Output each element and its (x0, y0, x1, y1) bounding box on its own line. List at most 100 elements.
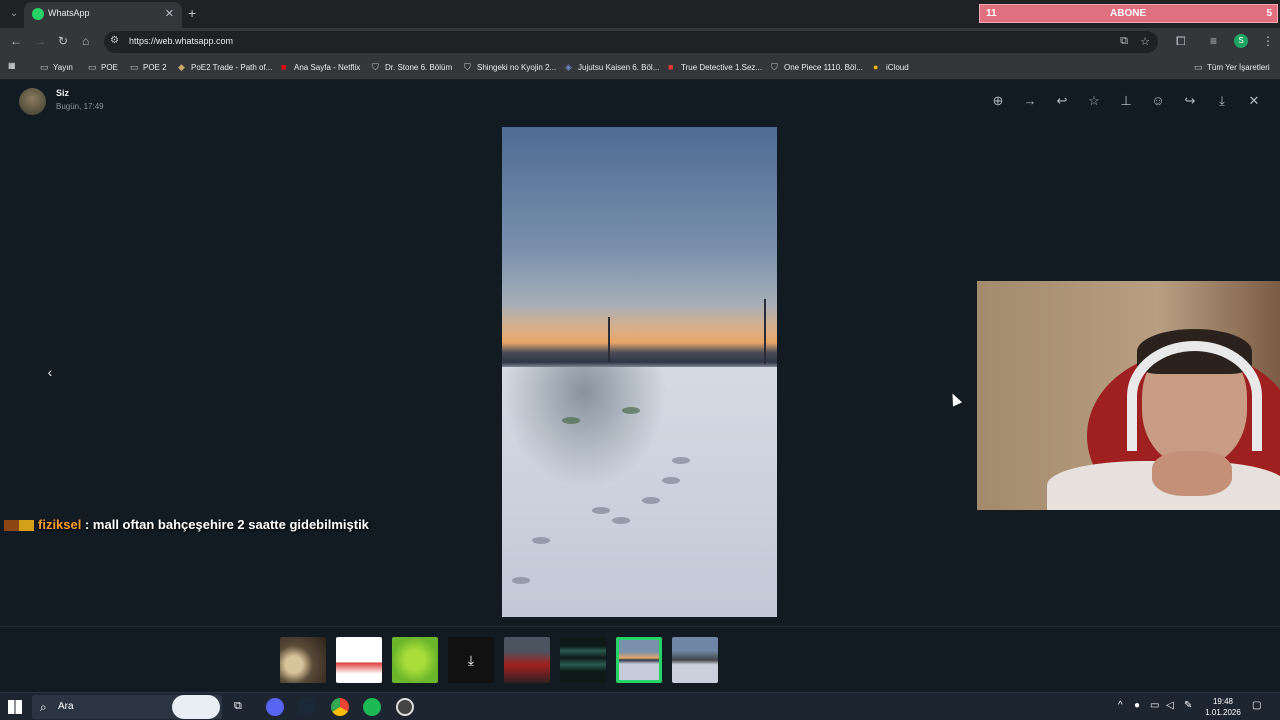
discord-app-icon[interactable] (266, 698, 284, 716)
all-bookmarks-folder[interactable]: ▭ Tüm Yer İşaretleri (1194, 62, 1270, 73)
reload-icon[interactable]: ↻ (58, 34, 68, 48)
stream-chat-message: fiziksel : mall oftan bahçeşehire 2 saat… (4, 515, 374, 534)
bookmarks-bar: ▦ ▭ Yayın ▭ POE ▭ POE 2 ◆ PoE2 Trade - Path … (0, 56, 1280, 80)
mouse-cursor-icon (947, 391, 963, 407)
new-tab-plus-icon[interactable]: + (188, 5, 196, 21)
forward-icon[interactable]: ↪ (1181, 93, 1199, 109)
snow-field (502, 367, 777, 617)
search-highlight-image (172, 695, 220, 719)
bookmark-item[interactable]: ◈ Jujutsu Kaisen 6. Böl... (565, 62, 659, 73)
media-thumbnail-selected[interactable] (616, 637, 662, 683)
tab-close-icon[interactable]: ✕ (165, 7, 174, 20)
pen-icon[interactable]: ✎ (1184, 700, 1192, 711)
search-icon: ⌕ (40, 700, 47, 714)
steam-app-icon[interactable] (298, 698, 316, 716)
bookmark-item[interactable]: ● iCloud (873, 62, 909, 72)
message-timestamp: Bugün, 17:49 (56, 102, 104, 111)
folder-icon: ▭ (130, 62, 139, 72)
volume-icon[interactable]: ◁ (1166, 700, 1174, 711)
home-icon[interactable]: ⌂ (82, 34, 89, 48)
browser-address-bar: ← → ↻ ⌂ ⚙ https://web.whatsapp.com ⧉ ☆ ⧠… (0, 28, 1280, 56)
profile-avatar[interactable]: S (1234, 34, 1248, 48)
webcam-overlay (977, 281, 1280, 510)
tab-search-chevron-icon[interactable]: ⌄ (6, 6, 22, 22)
network-icon[interactable]: ▭ (1150, 700, 1159, 711)
chrome-app-icon[interactable] (331, 698, 349, 716)
light-pole (608, 317, 610, 362)
subscriber-target-count: 5 (1266, 8, 1272, 19)
media-thumbnail[interactable] (336, 637, 382, 683)
microphone-icon[interactable]: ● (1134, 700, 1140, 711)
media-image[interactable] (502, 127, 777, 617)
media-thumbnail[interactable] (504, 637, 550, 683)
task-view-icon[interactable]: ⧉ (234, 700, 242, 713)
previous-media-chevron-icon[interactable]: ‹ (40, 362, 60, 382)
taskbar-clock[interactable]: 19:48 1.01.2026 (1204, 696, 1242, 718)
bookmark-item[interactable]: ▭ POE (88, 62, 118, 73)
back-arrow-icon[interactable]: ← (10, 34, 22, 48)
tray-chevron-icon[interactable]: ^ (1118, 700, 1123, 711)
bookmark-item[interactable]: ⛉ One Piece 1110. Böl... (771, 62, 863, 73)
star-icon[interactable]: ☆ (1085, 93, 1103, 109)
bookmark-item[interactable]: ▭ POE 2 (130, 62, 167, 73)
netflix-favicon-icon: ■ (281, 62, 287, 72)
spotify-app-icon[interactable] (363, 698, 381, 716)
media-thumbnail[interactable] (392, 637, 438, 683)
extensions-puzzle-icon[interactable]: ⧠ (1176, 34, 1186, 49)
folder-icon: ▭ (88, 62, 97, 72)
bookmark-item[interactable]: ▭ Yayın (40, 62, 73, 73)
close-viewer-icon[interactable]: ✕ (1245, 93, 1263, 109)
clock-time: 19:48 (1212, 697, 1234, 706)
go-to-message-arrow-icon[interactable]: → (1021, 93, 1039, 109)
tab-whatsapp[interactable]: WhatsApp ✕ (24, 2, 182, 28)
apps-grid-icon[interactable]: ▦ (8, 61, 16, 70)
sender-avatar[interactable] (19, 88, 46, 115)
bookmark-item[interactable]: ⛉ Shingeki no Kyojin 2... (464, 62, 556, 73)
url-text: https://web.whatsapp.com (129, 36, 234, 46)
media-thumbnail-strip: ⤓ (0, 626, 1280, 690)
bookmark-star-icon[interactable]: ☆ (1140, 35, 1150, 48)
chat-badges-icon (4, 520, 34, 532)
download-icon[interactable]: ⤓ (1213, 93, 1231, 109)
search-placeholder: Ara (58, 701, 74, 712)
reply-icon[interactable]: ↩ (1053, 93, 1071, 109)
icloud-favicon-icon: ● (873, 62, 879, 72)
media-control-icon[interactable]: ≡ (1210, 34, 1217, 48)
sender-name: Siz (56, 88, 70, 98)
install-app-icon[interactable]: ⧉ (1120, 35, 1128, 48)
site-info-icon[interactable]: ⚙ (110, 35, 119, 46)
bookmark-item[interactable]: ⛉ Dr. Stone 6. Bölüm (372, 62, 452, 73)
browser-menu-icon[interactable]: ⋮ (1262, 34, 1274, 48)
url-input[interactable]: ⚙ https://web.whatsapp.com ⧉ ☆ (104, 31, 1158, 53)
shield-favicon-icon: ⛉ (372, 62, 379, 72)
poe-favicon-icon: ◆ (178, 62, 185, 72)
chat-username: fiziksel (38, 517, 82, 532)
bookmark-item[interactable]: ■ Ana Sayfa - Netflix (281, 62, 360, 72)
tab-title: WhatsApp (48, 8, 90, 18)
subscriber-current-count: 11 (986, 8, 997, 19)
taskbar-search-input[interactable]: ⌕ Ara (32, 695, 222, 719)
pin-icon[interactable]: ⊥ (1117, 93, 1135, 109)
media-viewer: Siz Bugün, 17:49 ⊕ → ↩ ☆ ⊥ ☺ ↪ ⤓ ✕ ‹ fiz… (0, 81, 1280, 691)
media-thumbnail[interactable] (280, 637, 326, 683)
headset-icon (1127, 341, 1262, 451)
forward-arrow-icon[interactable]: → (34, 34, 46, 48)
emoji-react-icon[interactable]: ☺ (1149, 93, 1167, 109)
browser-tab-bar: ⌄ WhatsApp ✕ + 11 ABONE 5 (0, 0, 1280, 28)
shield-favicon-icon: ⛉ (464, 62, 471, 72)
media-thumbnail[interactable] (560, 637, 606, 683)
bookmark-item[interactable]: ■ True Detective 1.Sez... (668, 62, 762, 72)
media-thumbnail[interactable] (672, 637, 718, 683)
whatsapp-favicon-icon (32, 8, 44, 20)
obs-app-icon[interactable] (396, 698, 414, 716)
windows-taskbar: ⌕ Ara ⧉ ^ ● ▭ ◁ ✎ 19:48 1.01.2026 ▢ (0, 692, 1280, 720)
zoom-in-icon[interactable]: ⊕ (989, 93, 1007, 109)
media-thumbnail-download-icon[interactable]: ⤓ (448, 637, 494, 683)
subscriber-goal-label: ABONE (1110, 8, 1147, 19)
notification-icon[interactable]: ▢ (1252, 700, 1261, 711)
windows-start-icon[interactable] (8, 700, 22, 714)
shield-favicon-icon: ⛉ (771, 62, 778, 72)
bookmark-item[interactable]: ◆ PoE2 Trade - Path of... (178, 62, 272, 73)
chat-text: : mall oftan bahçeşehire 2 saatte gidebi… (84, 517, 369, 532)
folder-icon: ▭ (40, 62, 49, 72)
